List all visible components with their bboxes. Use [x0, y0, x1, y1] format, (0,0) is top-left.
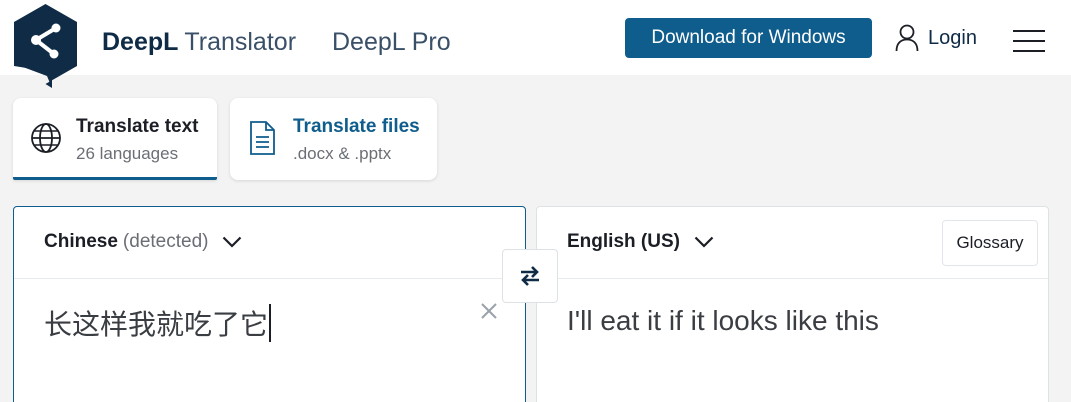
brand-subtitle: Translator: [184, 28, 297, 56]
target-text-output[interactable]: I'll eat it if it looks like this: [567, 305, 879, 337]
deepl-pro-link[interactable]: DeepL Pro: [332, 26, 451, 58]
hamburger-menu-icon[interactable]: [1013, 28, 1047, 54]
top-header: DeepL Translator DeepL Pro Download for W…: [0, 0, 1071, 88]
source-language-select[interactable]: Chinese (detected): [44, 231, 242, 253]
tab-subtitle: .docx & .pptx: [293, 144, 392, 163]
user-icon: [895, 24, 919, 52]
tab-translate-text[interactable]: Translate text 26 languages: [13, 98, 217, 180]
detected-label: (detected): [122, 231, 209, 252]
target-language-bar: English (US) Glossary: [537, 207, 1048, 279]
login-label: Login: [928, 26, 977, 49]
chevron-down-icon: [694, 236, 714, 248]
source-text-input[interactable]: 长这样我就吃了它: [44, 303, 272, 343]
target-language-name: English (US): [567, 231, 680, 252]
glossary-button[interactable]: Glossary: [942, 220, 1038, 266]
tab-subtitle: 26 languages: [76, 144, 179, 163]
target-language-select[interactable]: English (US): [567, 231, 714, 253]
tab-title: Translate text: [76, 116, 199, 137]
brand-name: DeepL: [102, 28, 179, 56]
source-language-bar: Chinese (detected): [14, 207, 525, 279]
text-caret: [269, 304, 272, 342]
chevron-down-icon: [223, 236, 242, 248]
tab-translate-files[interactable]: Translate files .docx & .pptx: [230, 98, 437, 180]
globe-icon: [31, 123, 61, 153]
deepl-logo[interactable]: [12, 4, 79, 88]
login-button[interactable]: Login: [895, 22, 977, 54]
download-for-windows-button[interactable]: Download for Windows: [625, 18, 872, 58]
document-icon: [250, 121, 275, 155]
source-language-name: Chinese: [44, 231, 118, 252]
swap-languages-button[interactable]: [502, 249, 558, 303]
source-text: 长这样我就吃了它: [44, 308, 269, 341]
swap-arrows-icon: [521, 266, 539, 286]
tab-title: Translate files: [293, 116, 420, 137]
target-panel: English (US) Glossary I'll eat it if it …: [536, 206, 1049, 402]
source-panel: Chinese (detected) 长这样我就吃了它: [13, 206, 526, 402]
close-icon[interactable]: [477, 299, 501, 323]
brand[interactable]: DeepL Translator: [102, 26, 296, 58]
